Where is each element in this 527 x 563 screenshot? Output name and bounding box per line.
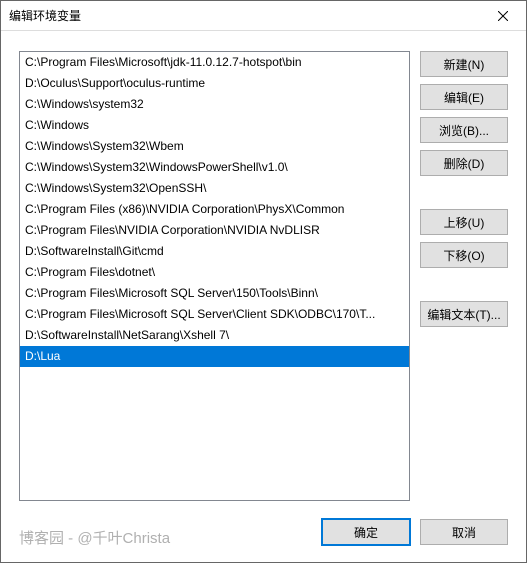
delete-button[interactable]: 删除(D) (420, 150, 508, 176)
list-item[interactable]: C:\Windows\System32\Wbem (20, 136, 409, 157)
edit-text-button[interactable]: 编辑文本(T)... (420, 301, 508, 327)
button-column: 新建(N) 编辑(E) 浏览(B)... 删除(D) 上移(U) 下移(O) 编… (420, 51, 508, 502)
list-item[interactable]: C:\Windows (20, 115, 409, 136)
window-title: 编辑环境变量 (9, 7, 81, 24)
list-item[interactable]: D:\Oculus\Support\oculus-runtime (20, 73, 409, 94)
list-item[interactable]: D:\SoftwareInstall\NetSarang\Xshell 7\ (20, 325, 409, 346)
list-item[interactable]: D:\SoftwareInstall\Git\cmd (20, 241, 409, 262)
list-item[interactable]: C:\Program Files\Microsoft SQL Server\Cl… (20, 304, 409, 325)
titlebar: 编辑环境变量 (1, 1, 526, 31)
move-down-button[interactable]: 下移(O) (420, 242, 508, 268)
list-item[interactable]: C:\Program Files\Microsoft\jdk-11.0.12.7… (20, 52, 409, 73)
ok-button[interactable]: 确定 (322, 519, 410, 545)
cancel-button[interactable]: 取消 (420, 519, 508, 545)
edit-button[interactable]: 编辑(E) (420, 84, 508, 110)
list-item[interactable]: C:\Windows\System32\WindowsPowerShell\v1… (20, 157, 409, 178)
footer: 博客园 - @千叶Christa 确定 取消 (1, 502, 526, 562)
watermark-text: 博客园 - @千叶Christa (19, 527, 170, 548)
list-item[interactable]: C:\Program Files (x86)\NVIDIA Corporatio… (20, 199, 409, 220)
close-button[interactable] (480, 1, 526, 31)
browse-button[interactable]: 浏览(B)... (420, 117, 508, 143)
path-listbox[interactable]: C:\Program Files\Microsoft\jdk-11.0.12.7… (19, 51, 410, 501)
list-item[interactable]: C:\Program Files\dotnet\ (20, 262, 409, 283)
list-item[interactable]: C:\Program Files\Microsoft SQL Server\15… (20, 283, 409, 304)
list-item[interactable]: C:\Program Files\NVIDIA Corporation\NVID… (20, 220, 409, 241)
list-item[interactable]: C:\Windows\system32 (20, 94, 409, 115)
new-button[interactable]: 新建(N) (420, 51, 508, 77)
list-item[interactable]: D:\Lua (20, 346, 409, 367)
close-icon (498, 11, 508, 21)
move-up-button[interactable]: 上移(U) (420, 209, 508, 235)
content-area: C:\Program Files\Microsoft\jdk-11.0.12.7… (1, 31, 526, 502)
list-item[interactable]: C:\Windows\System32\OpenSSH\ (20, 178, 409, 199)
